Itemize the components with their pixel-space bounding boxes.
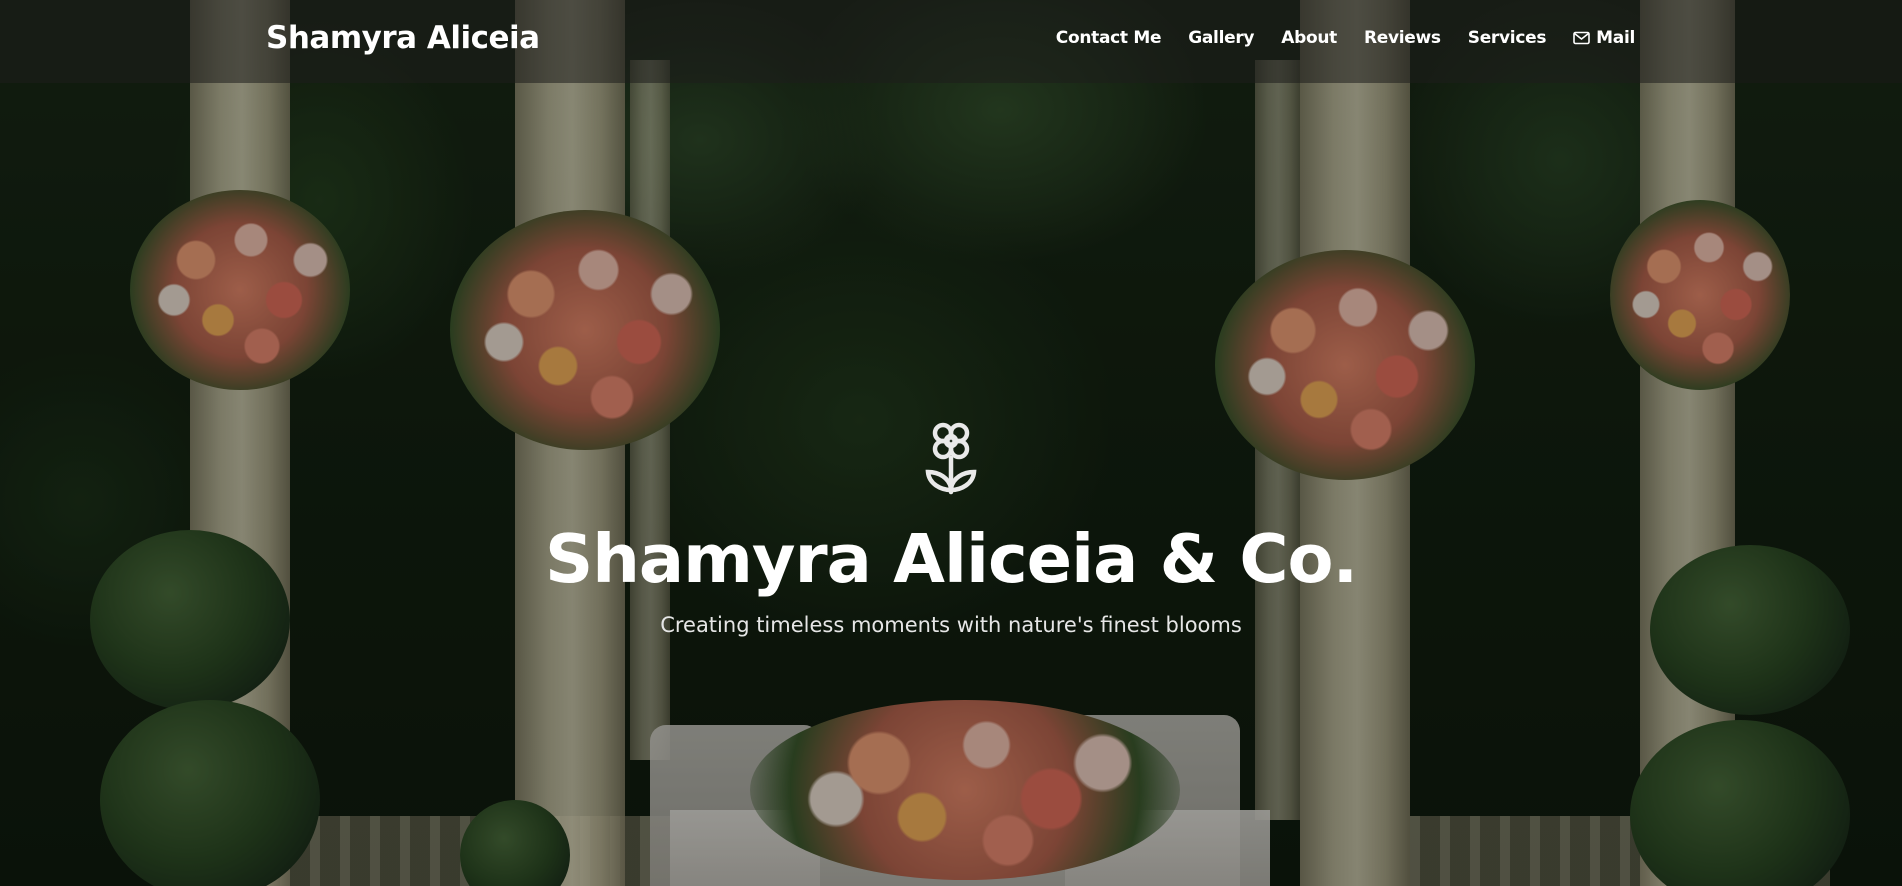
nav-link-gallery[interactable]: Gallery — [1188, 28, 1254, 48]
nav-link-contact-me[interactable]: Contact Me — [1056, 28, 1162, 48]
nav-link-services[interactable]: Services — [1468, 28, 1547, 48]
hero-section: Shamyra Aliceia & Co. Creating timeless … — [0, 420, 1902, 637]
nav-menu: Contact Me Gallery About Reviews Service… — [1056, 28, 1636, 48]
nav-link-about[interactable]: About — [1281, 28, 1337, 48]
flower-icon — [925, 422, 977, 495]
hero-subtitle: Creating timeless moments with nature's … — [660, 613, 1242, 637]
hero-title: Shamyra Aliceia & Co. — [544, 520, 1358, 598]
envelope-icon — [1573, 31, 1590, 45]
brand-link[interactable]: Shamyra Aliceia — [266, 20, 540, 56]
nav-link-mail-label: Mail — [1596, 28, 1635, 48]
navbar: Shamyra Aliceia Contact Me Gallery About… — [0, 0, 1902, 83]
nav-link-mail[interactable]: Mail — [1573, 28, 1635, 48]
nav-link-reviews[interactable]: Reviews — [1364, 28, 1441, 48]
